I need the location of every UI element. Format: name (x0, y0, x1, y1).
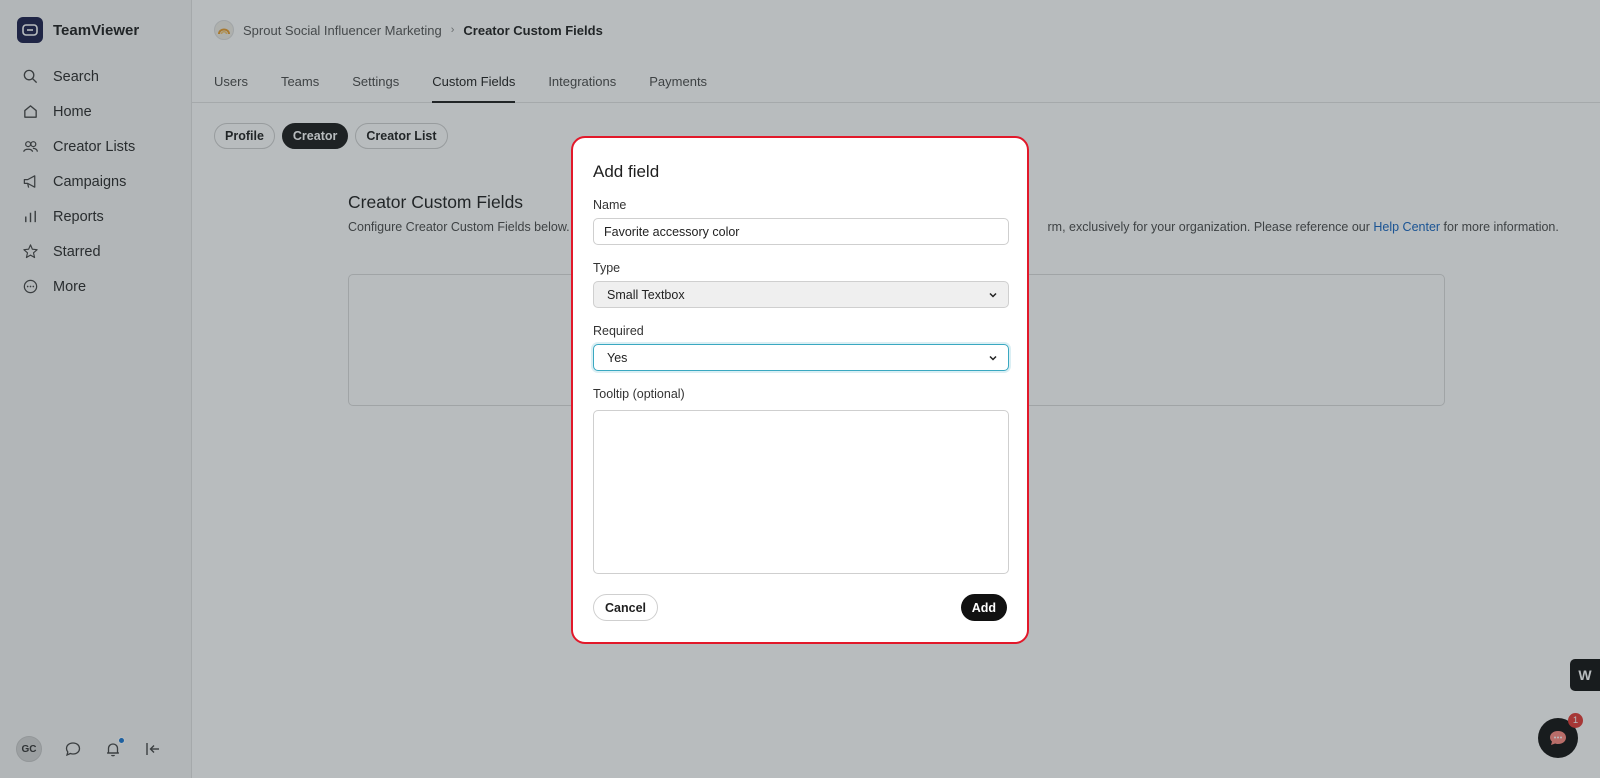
type-select-value: Small Textbox (607, 287, 685, 302)
chevron-down-icon (989, 292, 997, 298)
required-select[interactable]: Yes (593, 344, 1009, 371)
tooltip-textarea[interactable] (593, 410, 1009, 574)
name-input[interactable]: Favorite accessory color (593, 218, 1009, 245)
add-field-dialog: Add field Name Favorite accessory color … (571, 136, 1029, 644)
cancel-button[interactable]: Cancel (593, 594, 658, 621)
type-select[interactable]: Small Textbox (593, 281, 1009, 308)
required-label: Required (593, 324, 644, 338)
add-button[interactable]: Add (960, 594, 1007, 621)
dialog-title: Add field (593, 162, 660, 181)
type-label: Type (593, 261, 621, 275)
chevron-down-icon (989, 355, 997, 361)
required-select-value: Yes (607, 350, 628, 365)
tooltip-label: Tooltip (optional) (593, 387, 685, 401)
name-label: Name (593, 198, 627, 212)
